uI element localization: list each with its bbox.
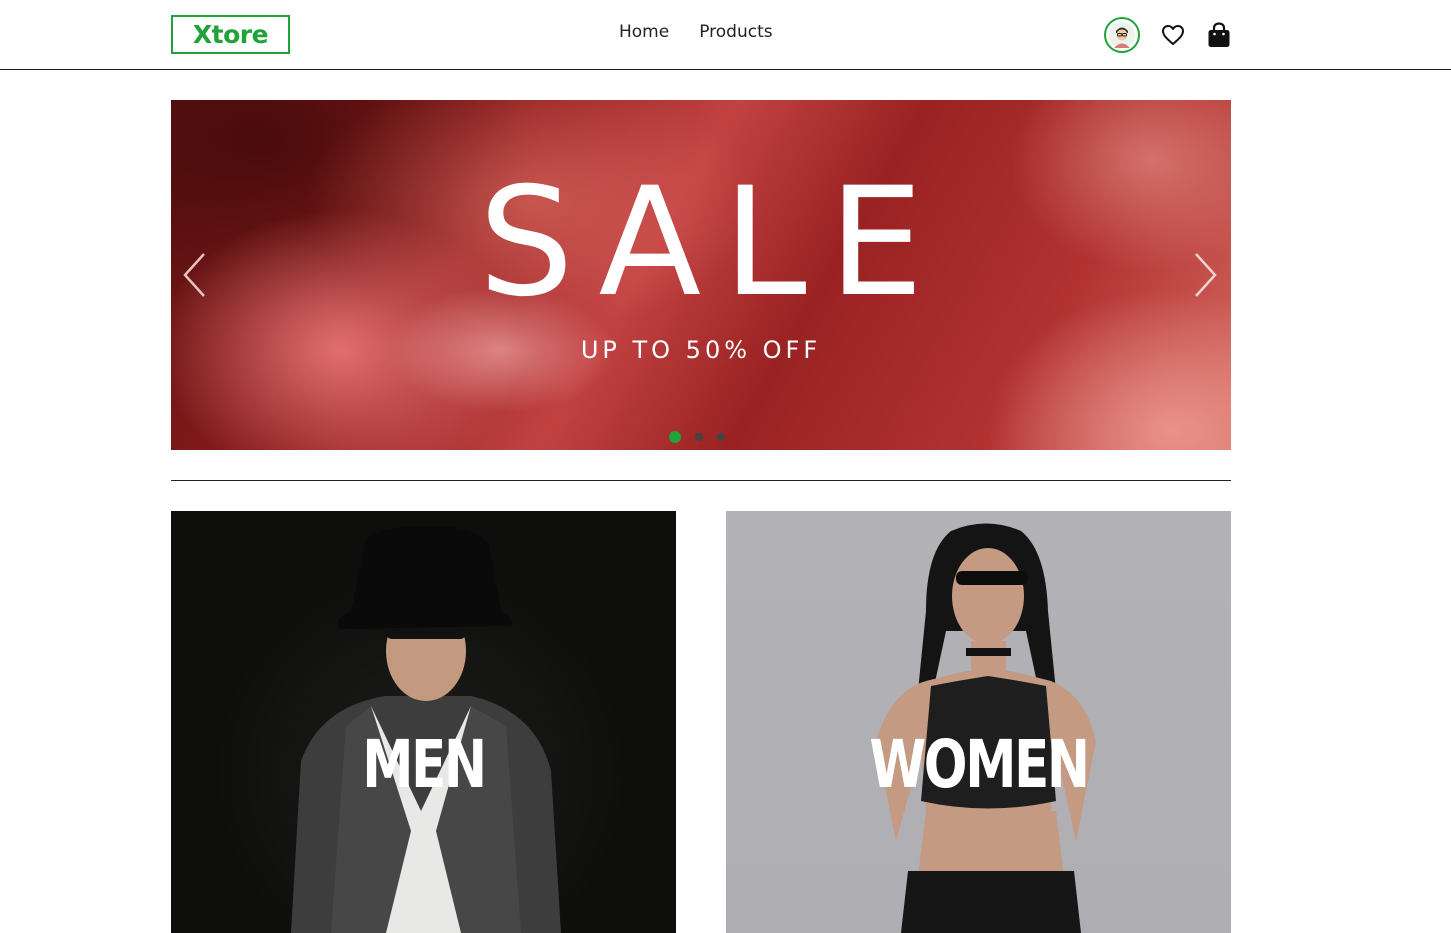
hero-subtitle: UP TO 50% OFF [580,336,822,364]
carousel-dot-3[interactable] [717,433,725,441]
women-label: WOMEN [869,726,1090,803]
main-nav: Home Products [619,22,773,42]
carousel-dot-1[interactable] [669,431,681,443]
men-model-image [291,526,561,933]
men-label: MEN [362,726,487,803]
category-women[interactable]: WOMEN [726,511,1231,933]
heart-icon [1162,25,1184,45]
chevron-left-icon [183,253,205,297]
chevron-right-icon [1195,253,1217,297]
hero-title: SALE [478,156,946,330]
hero-banner[interactable]: SALE UP TO 50% OFF [171,100,1231,450]
women-model-image [876,523,1096,933]
header-icons [1104,17,1232,53]
avatar[interactable] [1104,17,1140,53]
nav-products[interactable]: Products [699,22,772,42]
shopping-bag-icon [1208,22,1230,47]
category-men[interactable]: MEN [171,511,676,933]
cart-button[interactable] [1206,22,1232,48]
logo[interactable]: Xtore [171,15,290,54]
user-avatar-icon [1109,22,1135,48]
wishlist-button[interactable] [1160,22,1186,48]
nav-home[interactable]: Home [619,22,669,42]
carousel-dots [669,431,725,443]
carousel-prev-button[interactable] [179,250,209,300]
carousel-next-button[interactable] [1191,250,1221,300]
carousel-dot-2[interactable] [695,433,703,441]
section-divider [171,480,1231,481]
site-header: Xtore Home Products [0,0,1451,70]
logo-text: Xtore [192,20,269,49]
